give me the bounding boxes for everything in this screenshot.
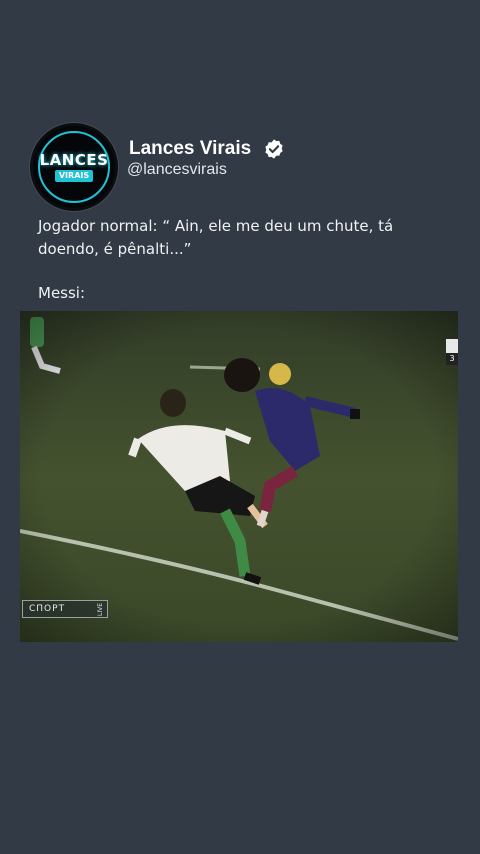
avatar[interactable]: LANCES VIRAIS xyxy=(30,123,118,211)
channel-live-label: LIVE xyxy=(97,602,104,616)
channel-name: СПОРТ xyxy=(29,604,66,614)
avatar-logo-text: LANCES xyxy=(39,150,109,169)
video-frame xyxy=(20,311,458,642)
scoreboard: 3 xyxy=(446,339,458,365)
verified-badge-icon xyxy=(265,138,283,159)
avatar-logo-subtext: VIRAIS xyxy=(54,169,94,182)
score-digit: 3 xyxy=(446,353,458,365)
display-name-row: Lances Virais xyxy=(127,138,285,160)
tweet-text: Jogador normal: “ Ain, ele me deu um chu… xyxy=(38,217,394,258)
handle[interactable]: @lancesvirais xyxy=(127,161,285,179)
channel-logo: СПОРТ LIVE xyxy=(22,600,108,618)
avatar-logo: LANCES VIRAIS xyxy=(38,131,110,203)
display-name[interactable]: Lances Virais xyxy=(129,138,251,160)
tweet-text-second-line: Messi: xyxy=(38,284,86,302)
tweet-header: LANCES VIRAIS Lances Virais @lancesvirai… xyxy=(30,123,285,211)
author-names: Lances Virais @lancesvirais xyxy=(127,138,285,179)
tweet-video[interactable]: СПОРТ LIVE 3 xyxy=(20,311,458,642)
